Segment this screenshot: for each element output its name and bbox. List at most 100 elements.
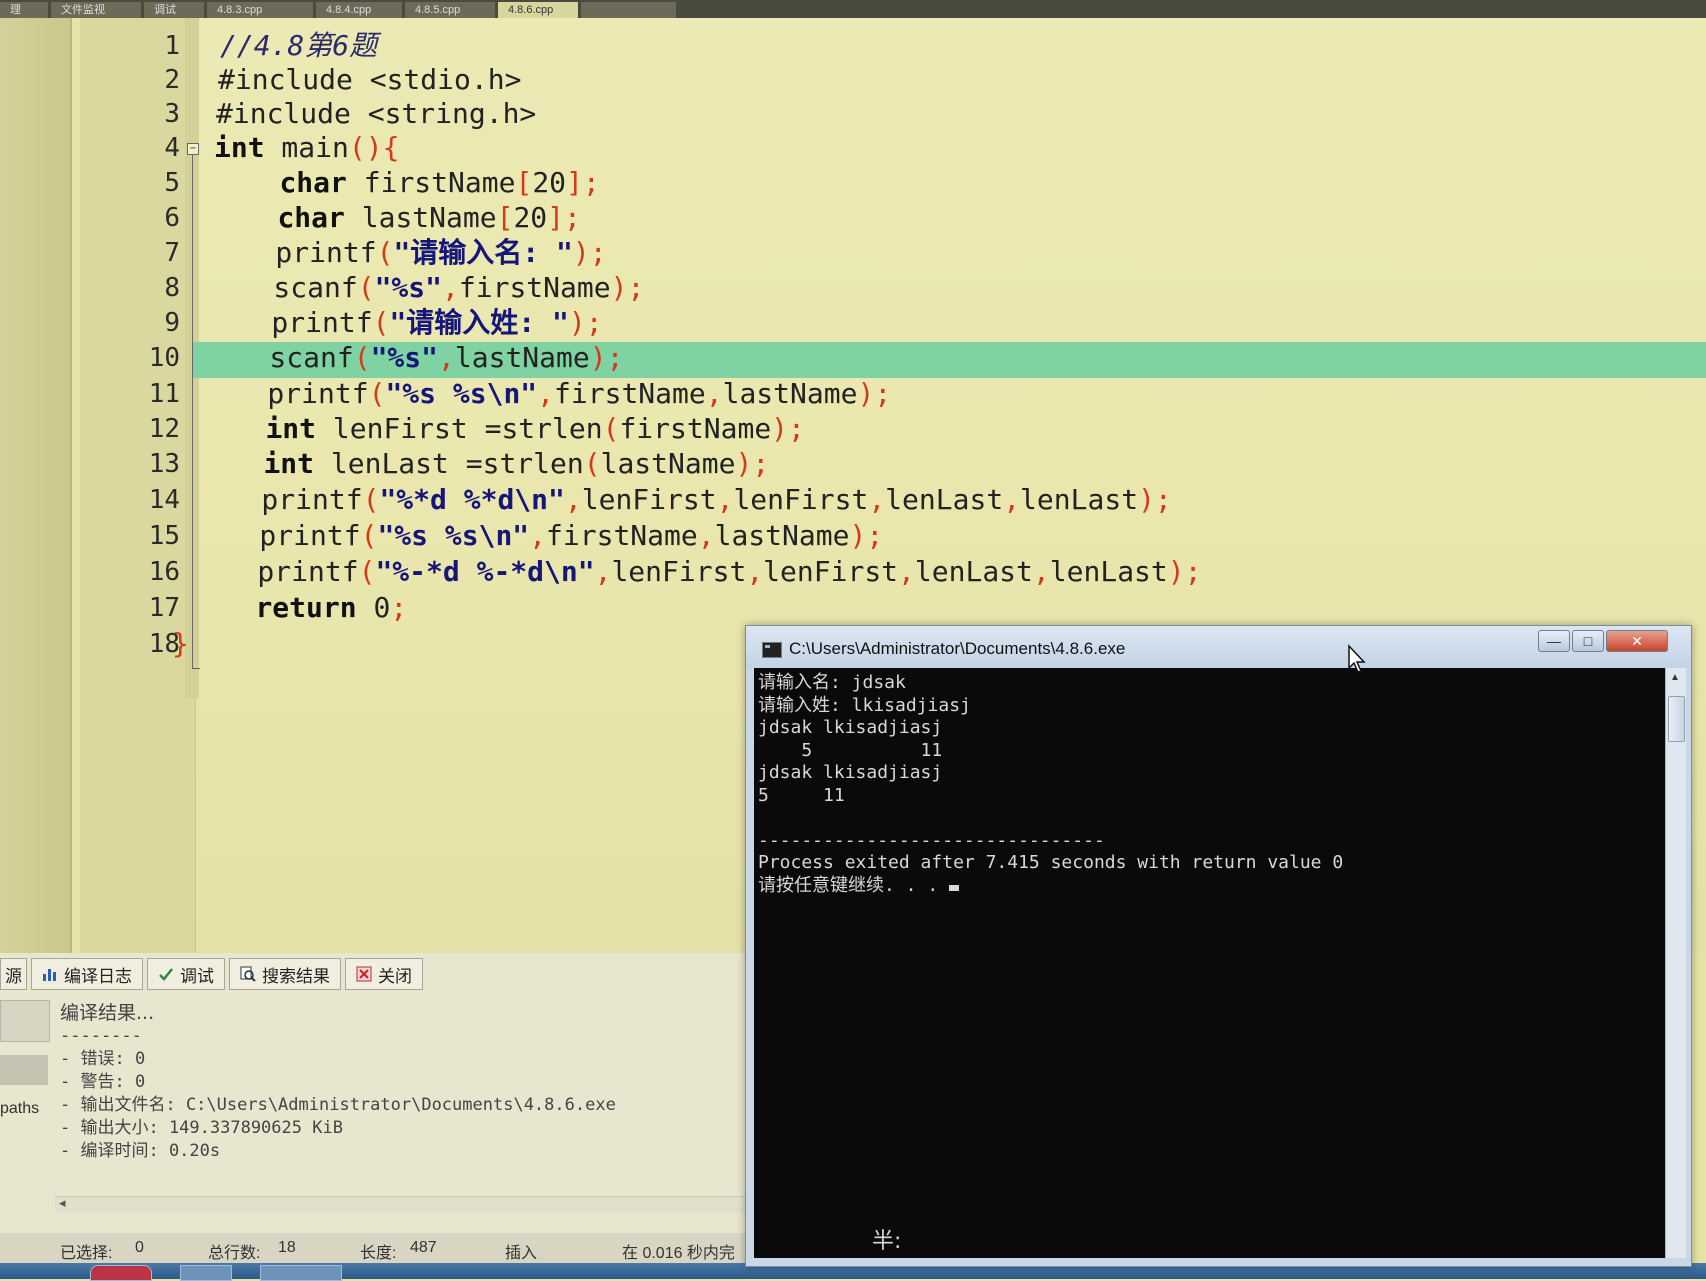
scroll-up-icon[interactable]: ▲	[1670, 672, 1680, 683]
compile-log: 编译结果... -------- - 错误: 0 - 警告: 0 - 输出文件名: C:…	[60, 1002, 616, 1163]
search-icon	[240, 966, 256, 982]
console-line: 5 11	[758, 784, 845, 806]
code-line[interactable]: printf("请输入名: ");	[208, 235, 606, 271]
code-line[interactable]: char firstName[20];	[212, 165, 599, 201]
line-number: 12	[148, 414, 180, 444]
compile-time-status: 在 0.016 秒内完	[622, 1245, 735, 1262]
file-tab[interactable]: 4.8.4.cpp	[316, 2, 402, 18]
line-number: 2	[164, 65, 180, 95]
code-line[interactable]: int lenLast =strlen(lastName);	[196, 446, 769, 482]
maximize-button[interactable]: □	[1572, 630, 1604, 652]
console-app-icon	[762, 642, 782, 658]
paths-label: paths	[0, 1100, 40, 1117]
fold-guide-end	[192, 668, 200, 669]
fold-toggle-icon[interactable]: −	[187, 143, 199, 155]
console-line: 请输入名: jdsak	[758, 672, 906, 693]
line-number: 1	[164, 31, 180, 61]
line-number: 14	[148, 485, 180, 515]
console-line: Process exited after 7.415 seconds with …	[758, 852, 1344, 873]
tab-close[interactable]: 关闭	[345, 958, 423, 990]
code-line[interactable]: printf("%s %s\n",firstName,lastName);	[200, 376, 891, 412]
line-number: 5	[164, 168, 180, 198]
file-tab[interactable]: 4.8.6.cpp	[498, 2, 578, 18]
code-line[interactable]: return 0;	[188, 590, 407, 626]
log-line: - 错误: 0	[60, 1049, 146, 1069]
line-number: 17	[148, 593, 180, 623]
console-line: jdsak lkisadjiasj	[758, 717, 943, 738]
console-title: C:\Users\Administrator\Documents\4.8.6.e…	[789, 639, 1126, 658]
total-lines-label: 总行数:	[208, 1245, 261, 1262]
code-line[interactable]: char lastName[20];	[210, 200, 580, 236]
console-window[interactable]: C:\Users\Administrator\Documents\4.8.6.e…	[745, 625, 1692, 1267]
tab-resources[interactable]: 源	[0, 958, 27, 990]
file-tab-strip: 理文件监视 调试 4.8.3.cpp 4.8.4.cpp 4.8.5.cpp 4.8.6.…	[0, 0, 1706, 18]
chart-icon	[43, 969, 56, 981]
file-tab[interactable]: 调试	[144, 2, 204, 18]
code-line[interactable]: }	[172, 626, 189, 662]
scroll-thumb[interactable]	[1668, 696, 1685, 742]
console-line: 请按任意键继续. . .	[758, 875, 1343, 898]
console-line: --------------------------------	[758, 829, 1105, 851]
close-icon	[356, 966, 372, 982]
line-number: 11	[148, 379, 180, 409]
code-line[interactable]: printf("%*d %*d\n",lenFirst,lenFirst,len…	[194, 482, 1171, 518]
console-line: jdsak lkisadjiasj	[758, 762, 943, 783]
code-line[interactable]: scanf("%s",lastName);	[202, 340, 623, 376]
minimize-button[interactable]: —	[1538, 630, 1570, 652]
length-label: 长度:	[360, 1245, 397, 1262]
line-number: 18	[148, 629, 180, 659]
bottom-panel-tabs: 源 编译日志 调试 搜索结果 关闭	[0, 958, 427, 990]
tab-search-results[interactable]: 搜索结果	[229, 958, 341, 990]
log-line: - 输出文件名: C:\Users\Administrator\Document…	[60, 1095, 616, 1115]
line-number: 8	[164, 273, 180, 303]
text-cursor	[949, 884, 960, 891]
line-number: 16	[148, 557, 180, 587]
code-line[interactable]: int main(){	[214, 130, 399, 166]
file-tab[interactable]: 文件监视	[51, 2, 141, 18]
scroll-left-icon[interactable]: ◂	[59, 1195, 66, 1211]
log-horizontal-scrollbar[interactable]: ◂	[55, 1195, 745, 1213]
status-bar: 已选择: 0 总行数: 18 长度: 487 插入 在 0.016 秒内完	[0, 1233, 750, 1263]
console-titlebar[interactable]: C:\Users\Administrator\Documents\4.8.6.e…	[746, 626, 1691, 668]
console-vertical-scrollbar[interactable]: ▲	[1665, 668, 1686, 1258]
length-value: 487	[410, 1239, 437, 1256]
console-output: 请输入名: jdsak 请输入姓: lkisadjiasj jdsak lkisad…	[758, 672, 1343, 897]
tab-debug[interactable]: 调试	[147, 958, 225, 990]
selected-value: 0	[135, 1239, 144, 1256]
line-number: 7	[164, 238, 180, 268]
console-line: 请输入姓: lkisadjiasj	[758, 694, 971, 716]
close-button[interactable]: ✕	[1606, 630, 1668, 652]
code-line[interactable]: printf("%s %s\n",firstName,lastName);	[192, 518, 883, 554]
log-line: --------	[60, 1026, 142, 1046]
checkmark-icon	[159, 968, 173, 981]
fold-guide-line	[192, 154, 193, 669]
code-line[interactable]: #include <stdio.h>	[218, 62, 521, 98]
project-sidebar	[0, 18, 72, 953]
line-number: 15	[148, 521, 180, 551]
code-line[interactable]: //4.8第6题	[220, 28, 377, 64]
line-number: 4	[164, 133, 180, 163]
console-output-area[interactable]: 请输入名: jdsak 请输入姓: lkisadjiasj jdsak lkisad…	[754, 668, 1666, 1258]
file-tab[interactable]	[581, 2, 676, 18]
panel-side-button-2[interactable]	[0, 1055, 48, 1085]
line-number: 10	[148, 343, 180, 373]
log-line: - 警告: 0	[60, 1072, 146, 1092]
code-line[interactable]: printf("%-*d %-*d\n",lenFirst,lenFirst,l…	[190, 554, 1201, 590]
line-number: 9	[164, 308, 180, 338]
file-tab[interactable]: 4.8.5.cpp	[405, 2, 495, 18]
file-tab[interactable]: 4.8.3.cpp	[207, 2, 313, 18]
tab-compile-log[interactable]: 编译日志	[31, 958, 143, 990]
log-line: - 输出大小: 149.337890625 KiB	[60, 1118, 343, 1138]
code-line[interactable]: int lenFirst =strlen(firstName);	[198, 411, 804, 447]
line-number: 3	[164, 99, 180, 129]
console-line: 5 11	[758, 739, 943, 761]
file-tab[interactable]: 理	[0, 2, 48, 18]
code-line[interactable]: scanf("%s",firstName);	[206, 270, 644, 306]
panel-side-button[interactable]	[0, 1000, 50, 1042]
line-number: 6	[164, 203, 180, 233]
total-lines-value: 18	[278, 1239, 296, 1256]
code-line[interactable]: printf("请输入姓: ");	[204, 305, 602, 341]
selected-label: 已选择:	[60, 1245, 113, 1262]
log-line: - 编译时间: 0.20s	[60, 1141, 221, 1161]
code-line[interactable]: #include <string.h>	[216, 96, 536, 132]
